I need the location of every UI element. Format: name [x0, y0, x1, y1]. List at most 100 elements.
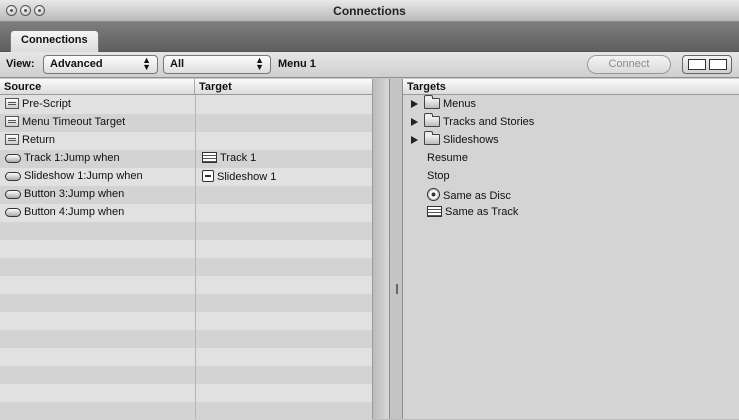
- targets-item-label: Slideshows: [443, 134, 499, 146]
- filter-popup-value: All: [170, 58, 185, 70]
- splitter-grip-icon: [396, 284, 398, 294]
- source-cell: Button 3:Jump when: [5, 188, 124, 200]
- targets-outline: Targets Menus Tracks and Stories Slideshow…: [403, 79, 739, 419]
- table-row[interactable]: [0, 366, 372, 384]
- filter-popup[interactable]: All ▲ ▼: [163, 55, 271, 74]
- targets-item-content: Stop: [427, 170, 450, 182]
- targets-item-label: Resume: [427, 152, 468, 164]
- pane-splitter[interactable]: [389, 79, 403, 419]
- source-cell: Button 4:Jump when: [5, 206, 124, 218]
- targets-item-content: Tracks and Stories: [411, 113, 535, 128]
- source-column-header[interactable]: Source: [0, 79, 195, 95]
- targets-item-label: Same as Disc: [443, 190, 511, 202]
- connections-window: Connections Connections View: Advanced ▲…: [0, 0, 739, 420]
- tab-bar: Connections: [0, 22, 739, 52]
- folder-icon: [424, 95, 440, 109]
- table-row[interactable]: [0, 222, 372, 240]
- title-bar: Connections: [0, 0, 739, 22]
- popup-arrows-icon: ▲ ▼: [142, 55, 151, 72]
- targets-item[interactable]: Same as Track: [403, 204, 739, 222]
- table-row[interactable]: Menu Timeout Target: [0, 114, 372, 132]
- table-scrollbar[interactable]: [372, 79, 389, 419]
- view-popup[interactable]: Advanced ▲ ▼: [43, 55, 158, 74]
- current-menu-label: Menu 1: [278, 58, 316, 70]
- targets-item-label: Tracks and Stories: [443, 116, 535, 128]
- table-row[interactable]: [0, 402, 372, 420]
- button-icon: [5, 154, 21, 163]
- targets-item-label: Same as Track: [445, 206, 519, 218]
- table-row[interactable]: [0, 294, 372, 312]
- layout-toggle-button[interactable]: [682, 55, 732, 74]
- targets-item[interactable]: Menus: [403, 95, 739, 114]
- targets-item[interactable]: Resume: [403, 150, 739, 168]
- table-row[interactable]: Track 1:Jump when Track 1: [0, 150, 372, 168]
- target-cell: Slideshow 1: [202, 170, 276, 183]
- connect-button[interactable]: Connect: [587, 55, 671, 74]
- table-row[interactable]: Button 4:Jump when: [0, 204, 372, 222]
- window-title: Connections: [333, 4, 406, 18]
- targets-column-header: Targets: [403, 79, 739, 95]
- table-row[interactable]: [0, 258, 372, 276]
- table-row[interactable]: [0, 384, 372, 402]
- slideshow-icon: [202, 170, 214, 182]
- folder-icon: [424, 131, 440, 145]
- target-label: Track 1: [220, 152, 257, 164]
- button-icon: [5, 172, 21, 181]
- button-icon: [5, 208, 21, 217]
- side-by-side-layout-icon: [688, 59, 706, 70]
- table-row[interactable]: Pre-Script: [0, 96, 372, 114]
- targets-item-label: Stop: [427, 170, 450, 182]
- source-label: Menu Timeout Target: [22, 116, 126, 128]
- view-label: View:: [6, 58, 35, 70]
- toolbar: View: Advanced ▲ ▼ All ▲ ▼ Menu 1 Connect: [0, 52, 739, 78]
- targets-item-label: Menus: [443, 98, 477, 110]
- folder-icon: [424, 113, 440, 127]
- table-row[interactable]: Return: [0, 132, 372, 150]
- table-row[interactable]: Slideshow 1:Jump when Slideshow 1: [0, 168, 372, 186]
- table-row[interactable]: [0, 348, 372, 366]
- script-icon: [5, 116, 19, 127]
- target-column-header[interactable]: Target: [195, 79, 372, 95]
- targets-item-content: Same as Track: [427, 206, 518, 218]
- script-icon: [5, 134, 19, 145]
- track-icon: [202, 152, 217, 163]
- source-cell: Track 1:Jump when: [5, 152, 120, 164]
- table-row[interactable]: Button 3:Jump when: [0, 186, 372, 204]
- disc-icon: [427, 188, 440, 201]
- target-label: Slideshow 1: [217, 171, 277, 183]
- targets-item[interactable]: Stop: [403, 168, 739, 186]
- disclosure-triangle-icon[interactable]: [411, 100, 418, 108]
- popup-arrows-icon: ▲ ▼: [255, 55, 264, 72]
- disclosure-triangle-icon[interactable]: [411, 136, 418, 144]
- table-row[interactable]: [0, 330, 372, 348]
- targets-item[interactable]: Same as Disc: [403, 186, 739, 204]
- table-row[interactable]: [0, 276, 372, 294]
- button-icon: [5, 190, 21, 199]
- script-icon: [5, 98, 19, 109]
- targets-item[interactable]: Slideshows: [403, 131, 739, 150]
- connections-table: Source Target Pre-Script Menu Timeout Tar…: [0, 79, 372, 420]
- source-label: Button 4:Jump when: [24, 206, 125, 218]
- source-label: Pre-Script: [22, 98, 71, 110]
- track-icon: [427, 206, 442, 217]
- source-label: Button 3:Jump when: [24, 188, 125, 200]
- targets-item-content: Resume: [427, 152, 468, 164]
- view-popup-value: Advanced: [50, 58, 103, 70]
- source-label: Track 1:Jump when: [24, 152, 120, 164]
- target-cell: Track 1: [202, 152, 256, 164]
- table-row[interactable]: [0, 240, 372, 258]
- source-cell: Slideshow 1:Jump when: [5, 170, 143, 182]
- targets-item-content: Menus: [411, 95, 477, 110]
- targets-item-content: Slideshows: [411, 131, 499, 146]
- source-cell: Return: [5, 134, 55, 146]
- tab-connections[interactable]: Connections: [10, 30, 99, 52]
- targets-item-content: Same as Disc: [427, 188, 511, 202]
- source-cell: Menu Timeout Target: [5, 116, 125, 128]
- targets-item[interactable]: Tracks and Stories: [403, 113, 739, 132]
- column-divider: [195, 95, 196, 419]
- source-label: Return: [22, 134, 56, 146]
- source-cell: Pre-Script: [5, 98, 71, 110]
- source-label: Slideshow 1:Jump when: [24, 170, 143, 182]
- disclosure-triangle-icon[interactable]: [411, 118, 418, 126]
- table-row[interactable]: [0, 312, 372, 330]
